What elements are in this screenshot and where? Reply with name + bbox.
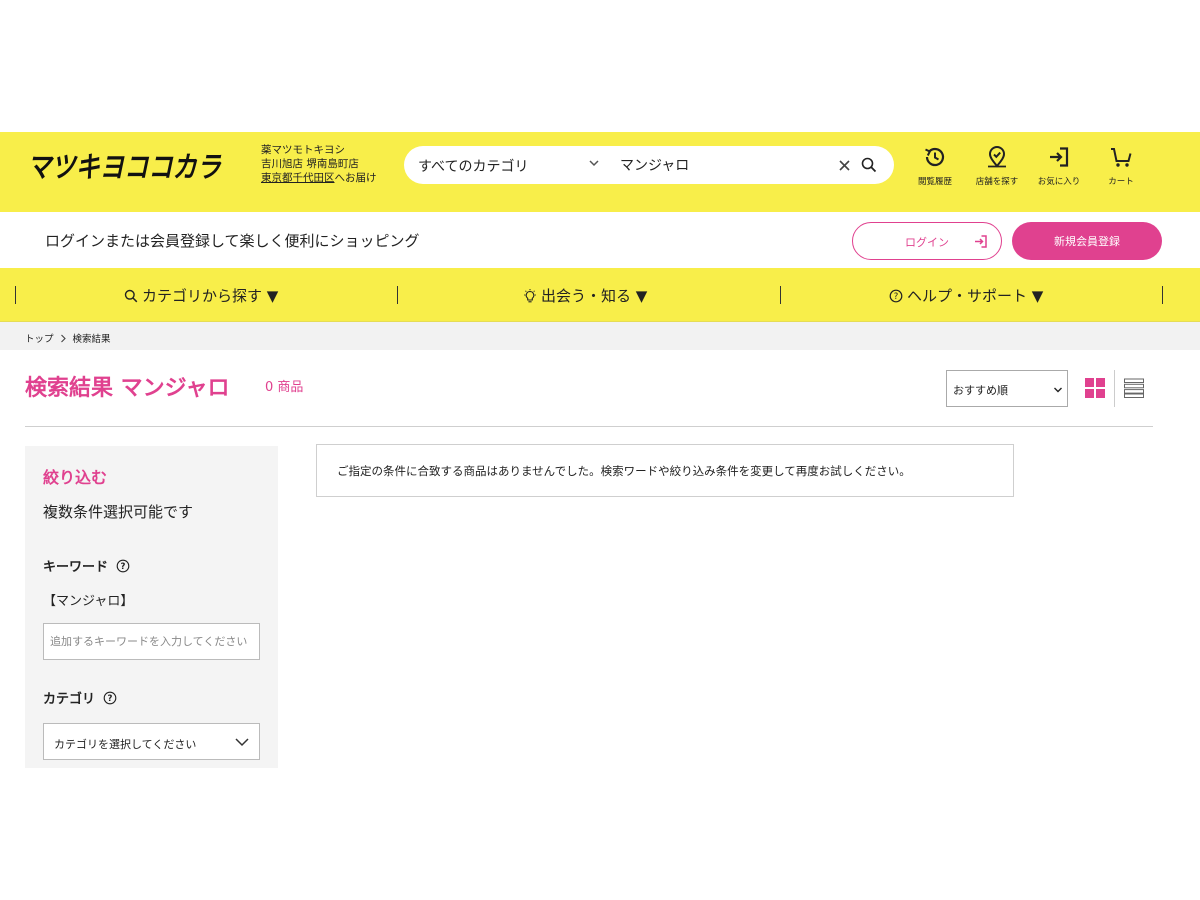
view-toggle-divider [1114, 370, 1115, 407]
current-keyword: 【マンジャロ】 [43, 594, 134, 609]
favorites-button[interactable]: お気に入り [1031, 145, 1087, 187]
login-button-label: ログイン [905, 236, 949, 249]
page-title: 検索結果 マンジャロ [25, 376, 230, 401]
category-heading: カテゴリ ? [43, 688, 117, 707]
sort-select[interactable]: おすすめ順 [946, 370, 1068, 407]
brand-logo-text: マツキヨココカラ [27, 150, 222, 184]
close-icon[interactable] [838, 159, 851, 172]
keyword-heading-label: キーワード [43, 560, 109, 575]
breadcrumb: トップ 検索結果 [25, 331, 111, 345]
login-arrow-icon [1050, 147, 1069, 167]
filter-title: 絞り込む [43, 468, 108, 487]
chevron-right-icon [60, 334, 66, 342]
svg-text:?: ? [121, 562, 126, 572]
login-prompt-text: ログインまたは会員登録して楽しく便利にショッピング [45, 232, 420, 250]
keyword-heading: キーワード ? [43, 556, 130, 575]
search-bar: すべてのカテゴリ [404, 146, 894, 184]
nav-divider [15, 286, 16, 304]
history-icon [925, 147, 945, 167]
cart-button[interactable]: カート [1093, 145, 1149, 187]
breadcrumb-bar [0, 322, 1200, 350]
nav-item-label: 出会う・知る ▼ [541, 287, 648, 305]
chevron-down-icon[interactable] [587, 156, 601, 170]
store-finder-button[interactable]: 店舗を探す [969, 145, 1025, 187]
history-label: 閲覧履歴 [917, 177, 952, 187]
category-select-value: カテゴリを選択してください [54, 738, 197, 751]
nav-divider [1162, 286, 1163, 304]
help-circle-icon[interactable]: ? [116, 559, 130, 573]
register-button[interactable]: 新規会員登録 [1012, 222, 1162, 260]
nav-item-label: ヘルプ・サポート ▼ [907, 287, 1044, 305]
nav-divider [780, 286, 781, 304]
store-pin-icon [988, 146, 1006, 168]
store-finder-label: 店舗を探す [975, 177, 1019, 187]
nav-item-help[interactable]: ? ヘルプ・サポート ▼ [889, 285, 1043, 306]
store-address-link[interactable]: 東京都千代田区 [261, 172, 335, 184]
result-count: 0 商品 [265, 380, 304, 395]
cart-label: カート [1108, 177, 1134, 187]
store-address: 東京都千代田区へお届け [261, 171, 377, 185]
search-category-select[interactable]: すべてのカテゴリ [418, 156, 528, 176]
filter-subtitle: 複数条件選択可能です [43, 503, 194, 521]
grid-view-icon[interactable] [1085, 378, 1105, 398]
search-input[interactable] [620, 155, 830, 175]
nav-item-category[interactable]: カテゴリから探す ▼ [124, 285, 278, 306]
nav-divider [397, 286, 398, 304]
svg-text:?: ? [108, 694, 113, 704]
category-heading-label: カテゴリ [43, 692, 96, 707]
login-arrow-icon [975, 235, 987, 248]
nav-item-discover[interactable]: 出会う・知る ▼ [523, 285, 647, 306]
results-divider [25, 426, 1153, 427]
lightbulb-icon [524, 288, 536, 302]
help-circle-icon[interactable]: ? [103, 691, 117, 705]
favorites-label: お気に入り [1037, 177, 1081, 187]
category-select[interactable]: カテゴリを選択してください [43, 723, 260, 760]
store-address-suffix: へお届け [334, 172, 377, 184]
register-button-label: 新規会員登録 [1054, 235, 1120, 248]
breadcrumb-home[interactable]: トップ [25, 331, 54, 345]
no-results-message: ご指定の条件に合致する商品はありませんでした。検索ワードや絞り込み条件を変更して… [316, 444, 1014, 497]
history-button[interactable]: 閲覧履歴 [907, 145, 963, 187]
breadcrumb-current: 検索結果 [72, 334, 111, 345]
svg-text:?: ? [894, 292, 899, 302]
nav-item-label: カテゴリから探す ▼ [142, 287, 279, 305]
list-view-icon[interactable] [1124, 378, 1144, 398]
keyword-input[interactable] [43, 623, 260, 660]
brand-logo[interactable]: マツキヨココカラ [27, 146, 223, 186]
store-line-1: 薬マツモトキヨシ [261, 144, 345, 156]
store-line-2: 吉川旭店 堺南島町店 [261, 158, 359, 170]
sort-select-value: おすすめ順 [953, 384, 1008, 397]
search-icon [124, 289, 138, 302]
login-button[interactable]: ログイン [852, 222, 1002, 260]
store-info: 薬マツモトキヨシ 吉川旭店 堺南島町店 東京都千代田区へお届け [261, 143, 377, 185]
no-results-text: ご指定の条件に合致する商品はありませんでした。検索ワードや絞り込み条件を変更して… [337, 464, 911, 478]
cart-icon [1111, 148, 1132, 167]
chevron-down-icon [1054, 387, 1062, 393]
chevron-down-icon [235, 738, 249, 747]
help-circle-icon: ? [889, 289, 903, 302]
search-icon[interactable] [861, 157, 877, 173]
